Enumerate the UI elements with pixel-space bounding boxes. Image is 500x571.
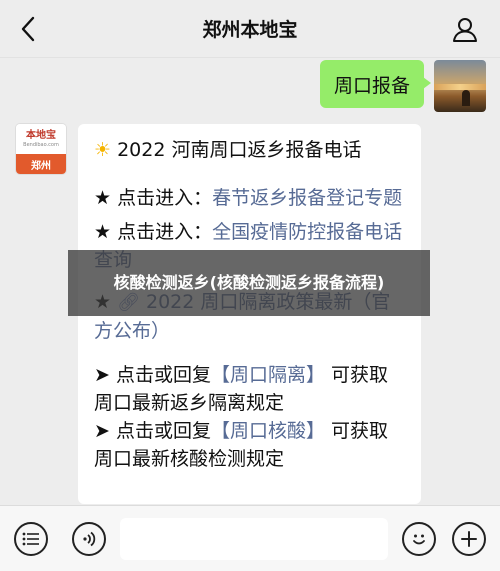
logo-top: 本地宝 Bendibao.com	[16, 124, 66, 154]
caption-text: 核酸检测返乡(核酸检测返乡报备流程)	[113, 273, 385, 292]
chat-title: 郑州本地宝	[202, 19, 298, 41]
outgoing-text: 周口报备	[333, 74, 410, 97]
back-button[interactable]	[14, 14, 42, 44]
chevron-left-icon	[21, 16, 35, 42]
more-button[interactable]	[452, 522, 486, 556]
menu-list-icon	[22, 532, 39, 546]
outgoing-bubble[interactable]: 周口报备	[319, 60, 432, 108]
input-toolbar	[0, 505, 500, 571]
emoji-icon	[413, 534, 425, 545]
list-item: ➤ 点击或回复【周口核酸】 可获取周口最新核酸检测规定	[94, 417, 407, 473]
message-input[interactable]	[120, 518, 388, 560]
silhouette	[462, 90, 470, 106]
item-text: ➤ 点击或回复	[94, 420, 211, 442]
link-reply-isolation[interactable]: 【周口隔离】	[211, 364, 325, 386]
logo-sub: Bendibao.com	[23, 141, 59, 148]
item-text: ➤ 点击或回复	[94, 364, 211, 386]
logo-city: 郑州	[16, 154, 66, 174]
list-item: ➤ 点击或回复【周口隔离】 可获取周口最新返乡隔离规定	[94, 361, 407, 417]
outgoing-message: 周口报备	[319, 60, 486, 112]
sunset-horizon	[434, 84, 486, 90]
user-avatar[interactable]	[434, 60, 486, 112]
menu-button[interactable]	[14, 522, 48, 556]
chat-header: 郑州本地宝	[0, 0, 500, 58]
logo-name: 本地宝	[26, 129, 56, 141]
voice-icon	[83, 531, 96, 547]
message-title-text: 2022 河南周口返乡报备电话	[117, 139, 362, 161]
bot-avatar[interactable]: 本地宝 Bendibao.com 郑州	[16, 124, 66, 174]
list-item: ★ 点击进入：春节返乡报备登记专题	[94, 184, 407, 212]
voice-button[interactable]	[72, 522, 106, 556]
link-spring-return[interactable]: 春节返乡报备登记专题	[212, 187, 402, 209]
caption-overlay: 核酸检测返乡(核酸检测返乡报备流程)	[68, 250, 430, 316]
message-title: ☀ 2022 河南周口返乡报备电话	[94, 136, 407, 164]
person-icon	[453, 18, 477, 42]
emoji-button[interactable]	[402, 522, 436, 556]
plus-icon	[461, 531, 477, 547]
sun-icon: ☀	[94, 139, 112, 161]
link-reply-nucleic[interactable]: 【周口核酸】	[211, 420, 325, 442]
item-prefix: ★ 点击进入：	[94, 221, 213, 243]
item-prefix: ★ 点击进入：	[94, 187, 213, 209]
profile-button[interactable]	[450, 14, 480, 44]
